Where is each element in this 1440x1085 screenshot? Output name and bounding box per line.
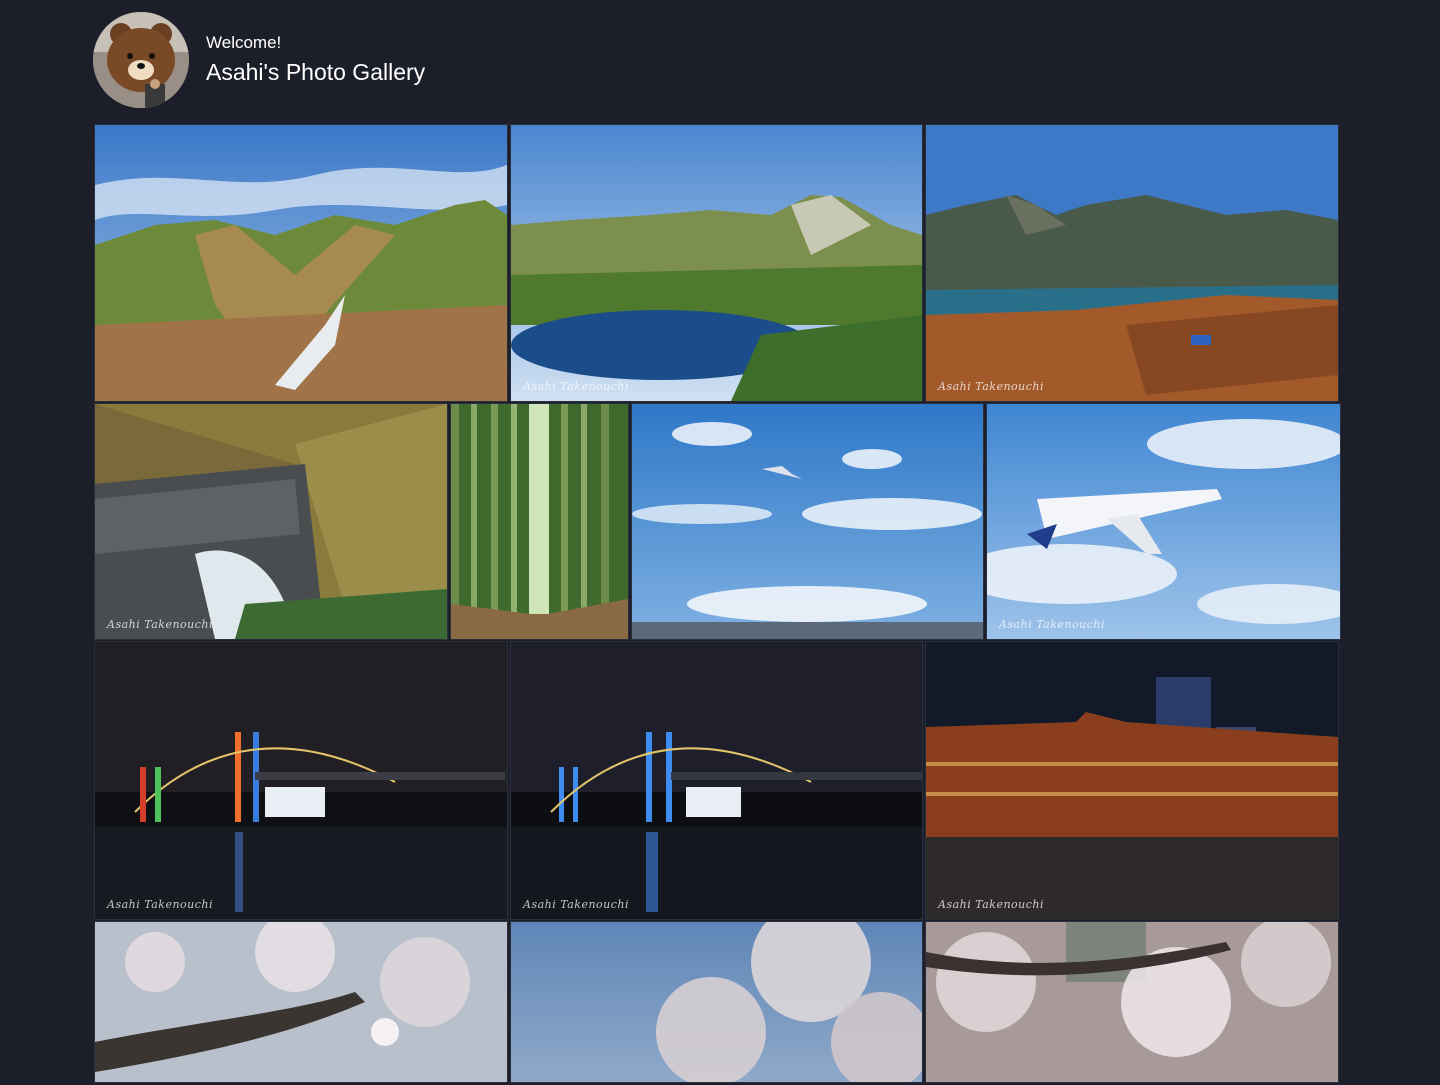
cherry-blossom-photo-1[interactable] — [94, 921, 508, 1083]
photographer-signature: Asahi Takenouchi — [938, 380, 1045, 393]
welcome-text: Welcome! — [206, 33, 282, 52]
avatar[interactable] — [93, 12, 189, 108]
photo-grid: Asahi Takenouchi Asahi Takenouchi Asahi … — [94, 124, 1341, 1085]
rainbow-bridge-color-photo[interactable]: Asahi Takenouchi — [94, 641, 508, 920]
mountain-pond-photo[interactable]: Asahi Takenouchi — [510, 124, 923, 402]
bear-avatar-icon — [93, 12, 189, 108]
photographer-signature: Asahi Takenouchi — [938, 898, 1045, 911]
photographer-signature: Asahi Takenouchi — [523, 898, 630, 911]
gallery-row — [94, 921, 1340, 1083]
bamboo-forest-photo[interactable] — [450, 403, 629, 640]
cherry-blossom-photo-3[interactable] — [925, 921, 1339, 1083]
mountain-dam-lake-photo[interactable]: Asahi Takenouchi — [925, 124, 1339, 402]
photographer-signature: Asahi Takenouchi — [523, 380, 630, 393]
photographer-signature: Asahi Takenouchi — [999, 618, 1106, 631]
mountain-valley-photo[interactable] — [94, 124, 508, 402]
airplane-closeup-photo[interactable]: Asahi Takenouchi — [986, 403, 1341, 640]
dam-waterfall-photo[interactable]: Asahi Takenouchi — [94, 403, 448, 640]
cherry-blossom-photo-2[interactable] — [510, 921, 923, 1083]
page-title: Asahi's Photo Gallery — [206, 59, 426, 85]
page-header: Welcome! Asahi's Photo Gallery — [93, 12, 425, 108]
photographer-signature: Asahi Takenouchi — [107, 898, 214, 911]
gallery-row: Asahi Takenouchi Asahi Takenouchi — [94, 641, 1340, 920]
tokyo-station-night-photo[interactable]: Asahi Takenouchi — [925, 641, 1339, 920]
gallery-row: Asahi Takenouchi Asahi Takenouchi — [94, 403, 1341, 640]
airplane-sky-photo[interactable] — [631, 403, 984, 640]
gallery-row: Asahi Takenouchi Asahi Takenouchi — [94, 124, 1340, 402]
rainbow-bridge-blue-photo[interactable]: Asahi Takenouchi — [510, 641, 923, 920]
photographer-signature: Asahi Takenouchi — [107, 618, 214, 631]
